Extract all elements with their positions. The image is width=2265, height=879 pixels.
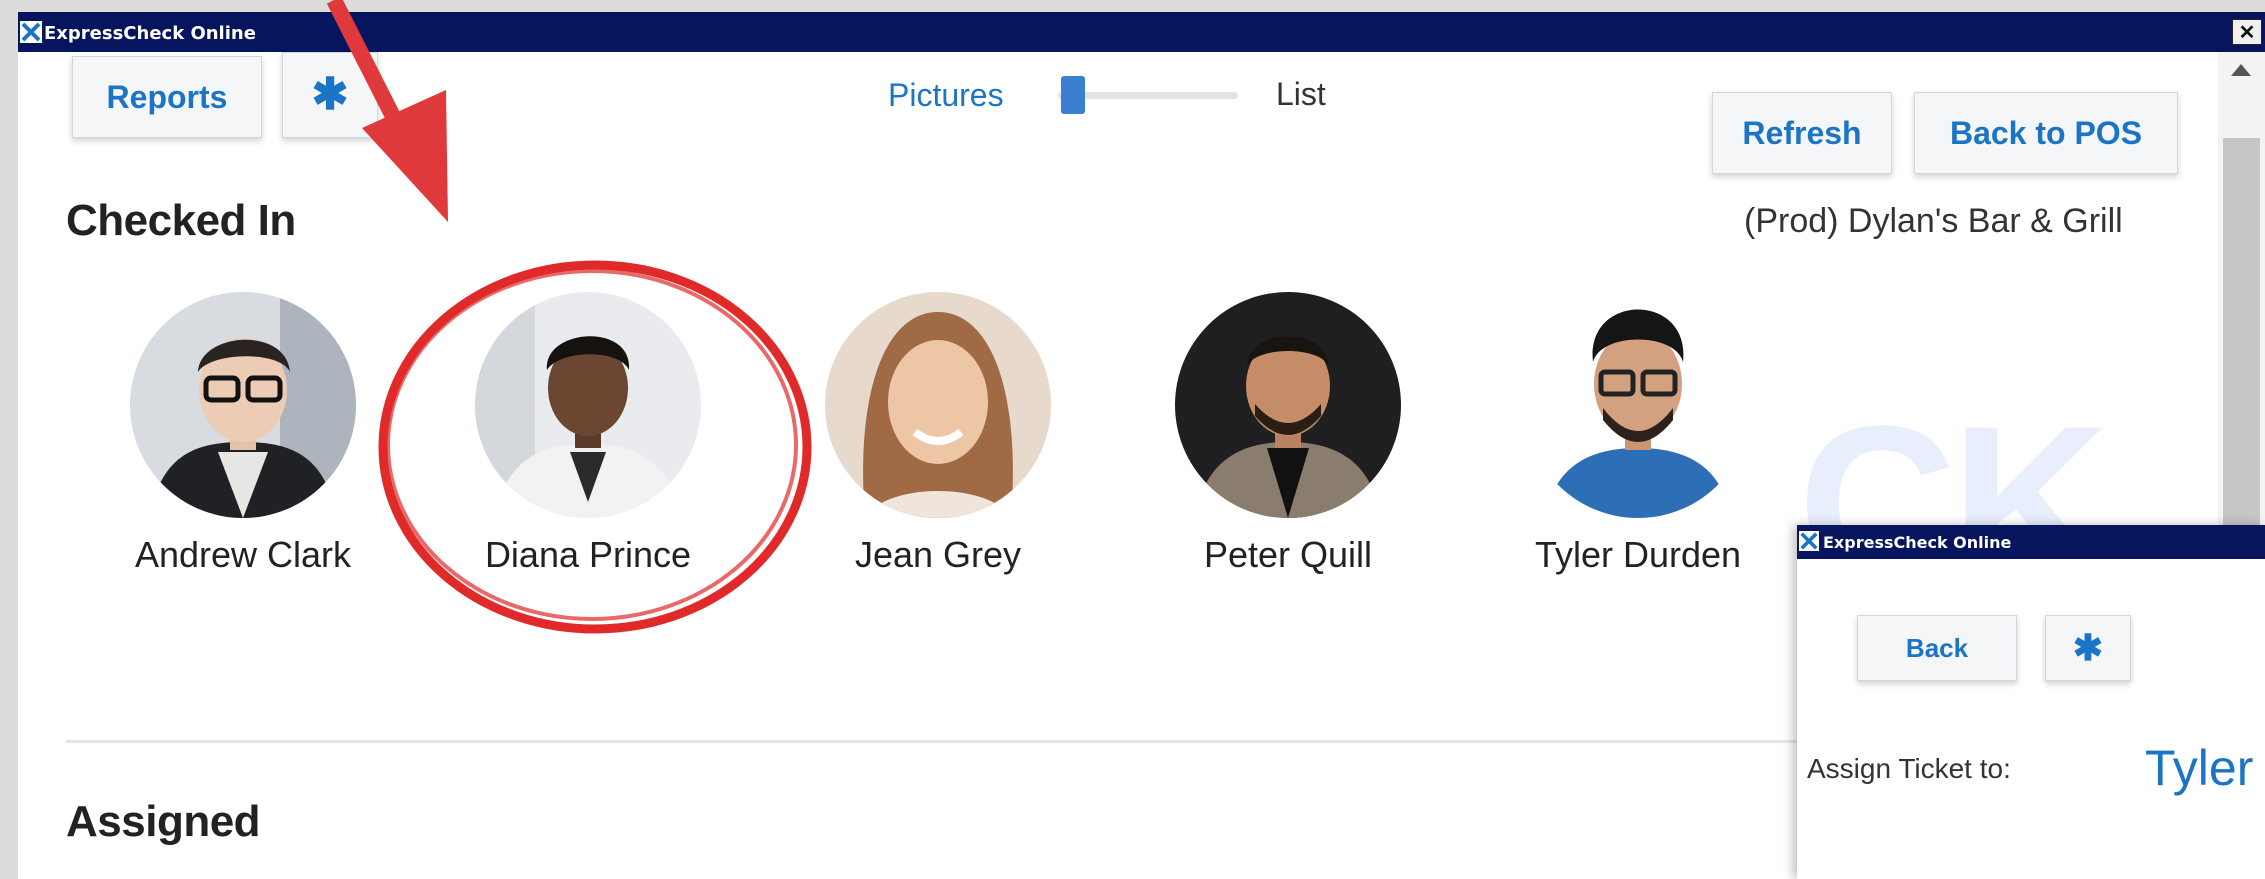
title-bar: ExpressCheck Online ✕ [18, 12, 2265, 52]
assign-ticket-name[interactable]: Tyler [2145, 739, 2253, 797]
gear-icon: ✱ [2072, 627, 2104, 668]
scroll-up-arrow-icon[interactable] [2231, 64, 2251, 76]
settings-button[interactable]: ✱ [282, 52, 378, 138]
person-name: Tyler Durden [1534, 534, 1742, 575]
assigned-heading: Assigned [66, 797, 261, 846]
person-name: Peter Quill [1203, 534, 1373, 575]
close-button[interactable]: ✕ [2232, 19, 2262, 45]
avatar [130, 292, 356, 518]
refresh-button[interactable]: Refresh [1712, 92, 1892, 174]
assign-ticket-label: Assign Ticket to: [1807, 753, 2011, 784]
avatar [1525, 292, 1751, 518]
reports-button[interactable]: Reports [72, 56, 262, 138]
person-card[interactable] [130, 292, 356, 518]
view-toggle-thumb[interactable] [1061, 76, 1085, 114]
window-title: ExpressCheck Online [44, 23, 256, 44]
back-button[interactable]: Back [1857, 615, 2017, 681]
person-photo [1175, 292, 1401, 518]
person-photo [1525, 292, 1751, 518]
dialog-title-bar: ExpressCheck Online [1797, 525, 2265, 559]
person-name: Andrew Clark [134, 534, 352, 575]
list-label: List [1276, 76, 1326, 112]
assign-dialog: ExpressCheck Online Back ✱ Assign Ticket… [1797, 525, 2265, 879]
section-divider [66, 740, 1826, 743]
person-card[interactable] [475, 292, 701, 518]
store-name: (Prod) Dylan's Bar & Grill [1744, 202, 2123, 240]
person-card[interactable] [1175, 292, 1401, 518]
gear-icon: ✱ [311, 70, 349, 119]
person-photo [825, 292, 1051, 518]
app-logo-icon [20, 21, 42, 43]
back-to-pos-button[interactable]: Back to POS [1914, 92, 2178, 174]
person-card[interactable] [1525, 292, 1751, 518]
pictures-label: Pictures [888, 77, 1004, 113]
checked-in-heading: Checked In [66, 196, 296, 245]
person-card[interactable] [825, 292, 1051, 518]
person-name: Diana Prince [484, 534, 692, 575]
person-photo [475, 292, 701, 518]
view-toggle-track[interactable] [1058, 92, 1238, 99]
dialog-settings-button[interactable]: ✱ [2045, 615, 2131, 681]
dialog-title: ExpressCheck Online [1823, 533, 2012, 552]
person-name: Jean Grey [854, 534, 1022, 575]
avatar [825, 292, 1051, 518]
avatar [475, 292, 701, 518]
app-logo-icon [1799, 531, 1819, 551]
person-photo [130, 292, 356, 518]
avatar [1175, 292, 1401, 518]
